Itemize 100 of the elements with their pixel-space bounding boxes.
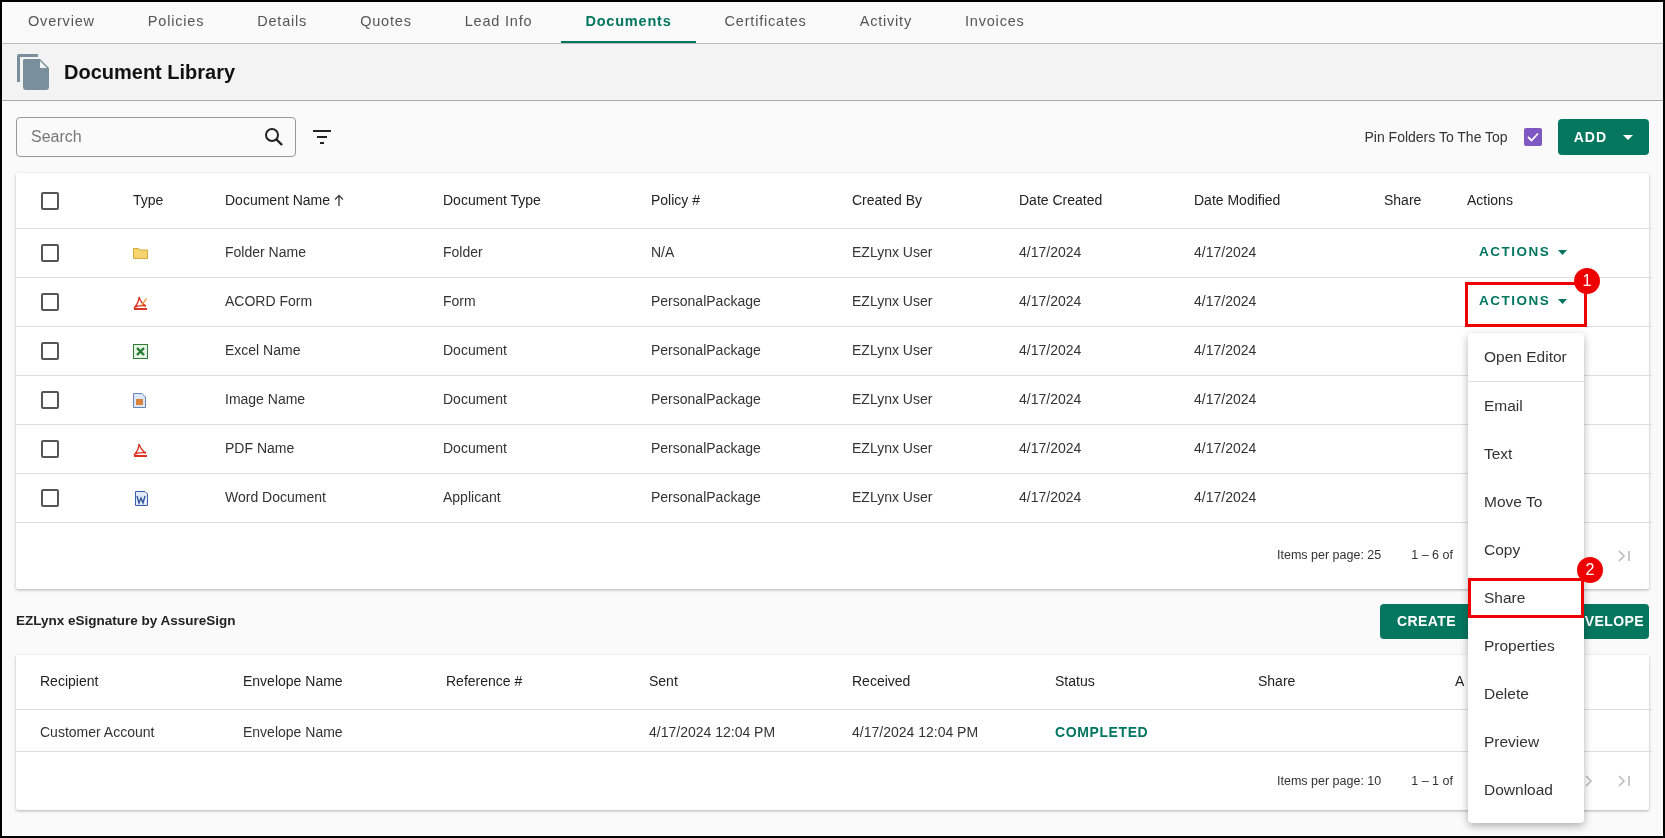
table-cell: EZLynx User <box>852 244 933 260</box>
column-header: Status <box>1055 673 1095 690</box>
row-checkbox[interactable] <box>41 440 59 459</box>
tab[interactable]: Activity <box>835 2 936 43</box>
table-cell: PersonalPackage <box>651 342 761 358</box>
word-document-icon <box>133 490 148 506</box>
menu-item[interactable]: Properties <box>1468 626 1565 666</box>
column-header: Received <box>852 673 911 690</box>
checkmark-icon <box>1526 132 1539 142</box>
image-file-icon <box>133 392 146 408</box>
tab[interactable]: Certificates <box>700 2 831 43</box>
caret-icon <box>1558 250 1568 255</box>
table-cell: EZLynx User <box>852 391 933 407</box>
row-checkbox[interactable] <box>41 489 59 508</box>
pin-folders-label: Pin Folders To The Top <box>1364 127 1508 147</box>
search-icon[interactable] <box>264 127 284 147</box>
menu-item[interactable]: Open Editor <box>1468 337 1577 377</box>
table-cell: EZLynx User <box>852 440 933 456</box>
row-checkbox[interactable] <box>41 244 59 263</box>
table-cell: PersonalPackage <box>651 391 761 407</box>
table-cell: Image Name <box>225 391 306 407</box>
table-cell: Document <box>443 391 507 407</box>
folder-icon <box>133 247 148 260</box>
actions-button[interactable]: ACTIONS <box>1473 287 1574 316</box>
tab[interactable]: Details <box>233 2 332 43</box>
table-cell: PersonalPackage <box>651 489 761 505</box>
tab[interactable]: Policies <box>123 2 229 43</box>
table-cell: Folder Name <box>225 244 306 260</box>
column-header: Share <box>1384 191 1422 208</box>
table-cell: PersonalPackage <box>651 440 761 456</box>
table-cell: 4/17/2024 <box>1019 440 1082 456</box>
table-cell: Word Document <box>225 489 326 505</box>
select-all-checkbox[interactable] <box>41 192 59 211</box>
tab[interactable]: Quotes <box>336 2 436 43</box>
menu-item[interactable]: Text <box>1468 434 1523 474</box>
table-cell: 4/17/2024 <box>1019 244 1082 260</box>
column-header: Date Created <box>1019 191 1103 208</box>
row-checkbox[interactable] <box>41 293 59 312</box>
table-cell: EZLynx User <box>852 342 933 358</box>
column-header: Envelope Name <box>243 673 343 690</box>
table-cell: Document <box>443 440 507 456</box>
menu-item[interactable]: Move To <box>1468 482 1553 522</box>
caret-icon <box>1623 134 1633 140</box>
page-range-label: 1 – 1 of <box>1411 772 1453 790</box>
add-button[interactable]: ADD <box>1557 119 1649 155</box>
table-cell: Envelope Name <box>243 724 343 740</box>
table-cell: Excel Name <box>225 342 301 358</box>
column-header: Type <box>133 191 164 208</box>
table-cell: 4/17/2024 <box>1019 293 1082 309</box>
column-header: Reference # <box>446 673 523 690</box>
column-header: Recipient <box>40 673 99 690</box>
page-title: Document Library <box>64 60 236 84</box>
menu-item[interactable]: Copy <box>1468 530 1531 570</box>
caret-icon <box>1558 299 1568 304</box>
row-checkbox[interactable] <box>41 391 59 410</box>
column-header: Created By <box>852 191 923 208</box>
table-cell: 4/17/2024 <box>1194 342 1257 358</box>
section-title: EZLynx eSignature by AssureSign <box>16 612 236 631</box>
table-cell: EZLynx User <box>852 293 933 309</box>
tab[interactable]: Lead Info <box>440 2 557 43</box>
row-checkbox[interactable] <box>41 342 59 361</box>
table-cell: PersonalPackage <box>651 293 761 309</box>
menu-item[interactable]: Email <box>1468 386 1533 426</box>
table-cell: 4/17/2024 12:04 PM <box>649 724 776 740</box>
items-per-page-label: Items per page: 25 <box>1277 547 1382 565</box>
document-library-icon <box>16 53 50 91</box>
column-header: Date Modified <box>1194 191 1281 208</box>
menu-item[interactable]: Delete <box>1468 674 1539 714</box>
table-cell: 4/17/2024 <box>1019 391 1082 407</box>
table-cell: 4/17/2024 12:04 PM <box>852 724 979 740</box>
table-cell: 4/17/2024 <box>1194 391 1257 407</box>
items-per-page-label: Items per page: 10 <box>1277 772 1382 790</box>
sort-ascending-icon[interactable] <box>334 193 345 206</box>
actions-button[interactable]: ACTIONS <box>1473 238 1574 267</box>
column-header: Document Type <box>443 191 541 208</box>
table-cell: Document <box>443 342 507 358</box>
table-cell: ACORD Form <box>225 293 313 309</box>
pin-folders-checkbox[interactable] <box>1523 128 1542 146</box>
menu-item[interactable]: Preview <box>1468 722 1550 762</box>
table-cell: Applicant <box>443 489 501 505</box>
spreadsheet-icon <box>133 343 148 359</box>
search-field[interactable]: Search <box>16 117 296 157</box>
table-cell: PDF Name <box>225 440 295 456</box>
column-header: A <box>1455 673 1465 690</box>
filter-icon[interactable] <box>312 130 332 144</box>
tab[interactable]: Overview <box>4 2 119 43</box>
menu-item[interactable]: Download <box>1468 770 1563 810</box>
column-header: Sent <box>649 673 678 690</box>
table-cell: 4/17/2024 <box>1194 489 1257 505</box>
table-cell: N/A <box>651 244 675 260</box>
status-label: COMPLETED <box>1055 724 1149 740</box>
column-header: Policy # <box>651 191 701 208</box>
table-cell: Form <box>443 293 476 309</box>
column-header: Actions <box>1467 191 1513 208</box>
table-cell: EZLynx User <box>852 489 933 505</box>
table-cell: 4/17/2024 <box>1019 489 1082 505</box>
pdf-icon <box>133 441 148 457</box>
table-cell: Customer Account <box>40 724 155 740</box>
table-cell: 4/17/2024 <box>1194 244 1257 260</box>
tab[interactable]: Invoices <box>941 2 1049 43</box>
